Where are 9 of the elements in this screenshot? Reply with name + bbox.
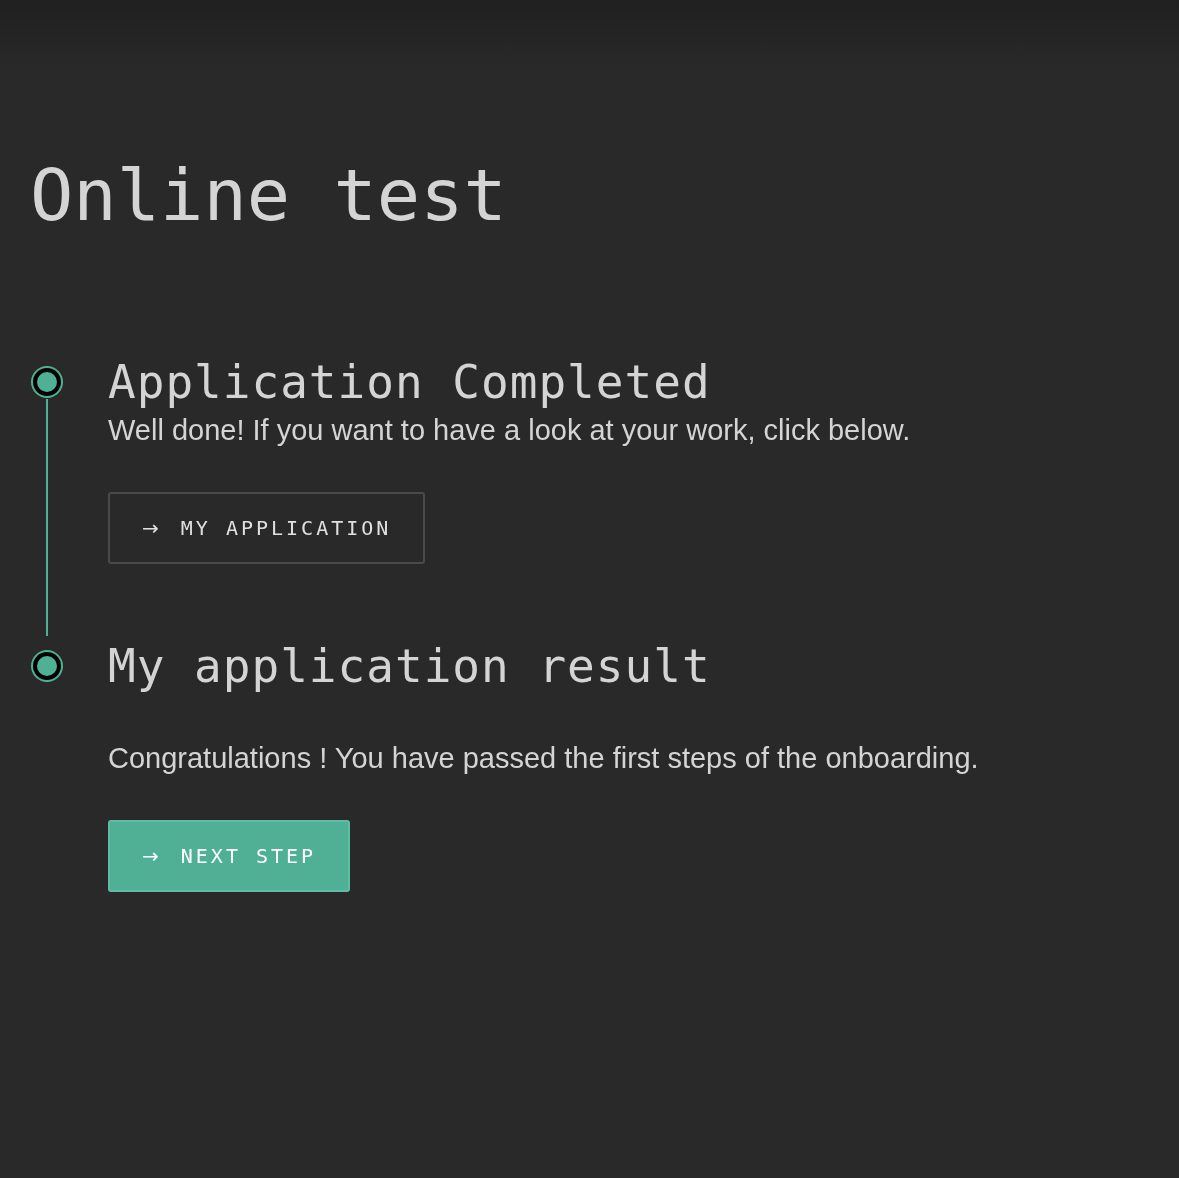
application-button[interactable]: → MY APPLICATION <box>108 492 426 564</box>
page-title: Online test <box>30 152 508 239</box>
step-heading: My application result <box>108 638 712 695</box>
step-description: Congratulations ! You have passed the first steps of the onboarding. <box>108 741 979 776</box>
timeline-dot-icon <box>30 649 64 683</box>
arrow-icon: → <box>142 516 159 540</box>
arrow-icon: → <box>142 844 159 868</box>
step-description: Well done! If you want to have a look at your work, click below. <box>108 413 911 448</box>
step-heading: Application Completed <box>108 354 712 411</box>
